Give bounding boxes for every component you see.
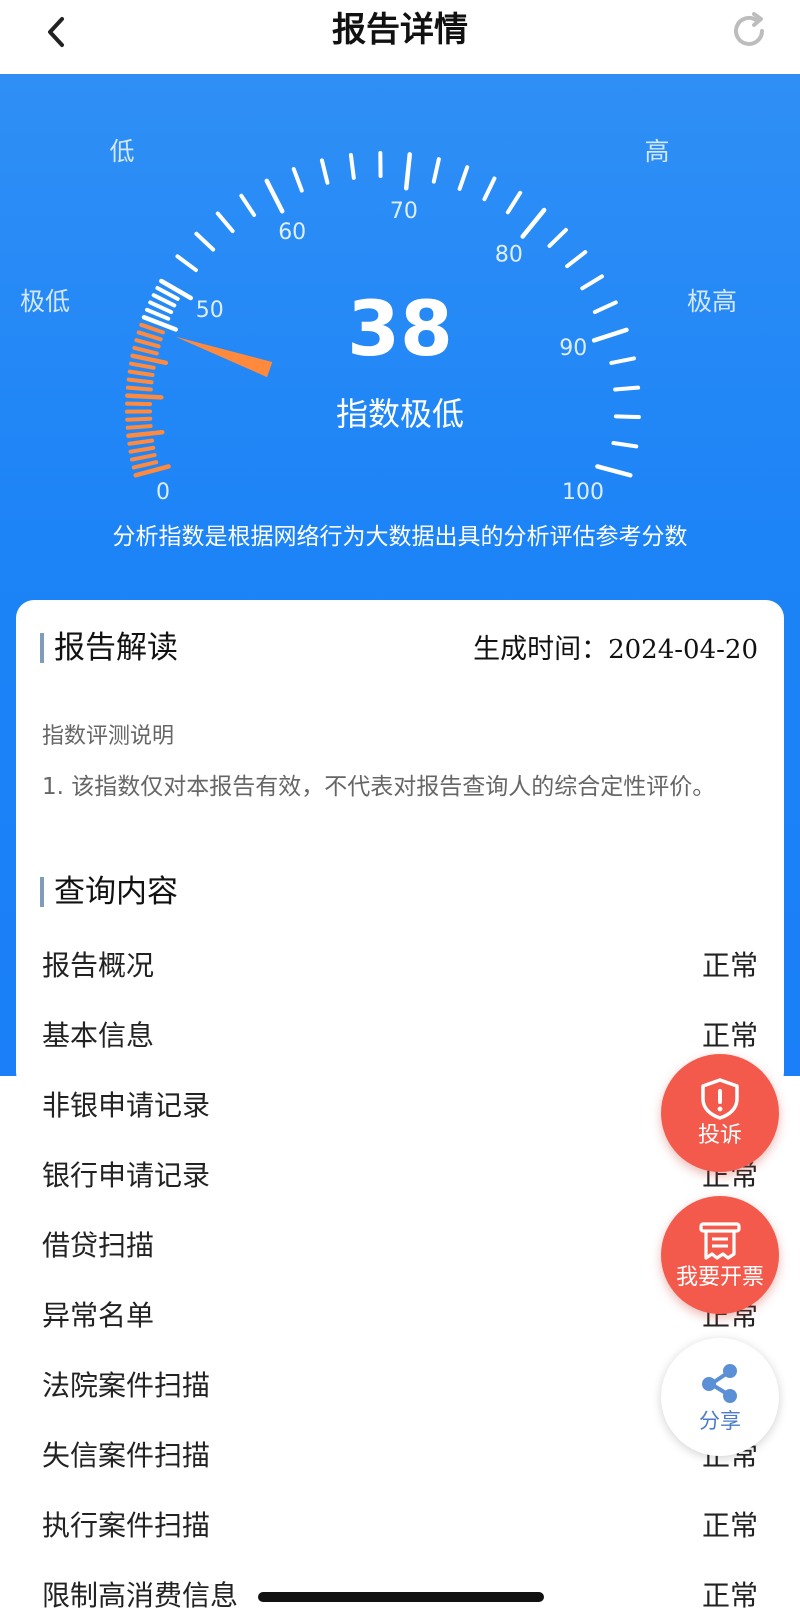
item-name: 限制高消费信息: [42, 1579, 239, 1612]
share-button[interactable]: 分享: [661, 1338, 779, 1456]
query-section-title: 查询内容: [54, 874, 178, 910]
gauge-tick: [457, 165, 470, 191]
gauge-tick-label: 100: [562, 480, 604, 505]
receipt-icon: [699, 1222, 741, 1260]
gauge-tick: [547, 227, 568, 248]
complaint-label: 投诉: [697, 1123, 742, 1148]
item-name: 非银申请记录: [42, 1089, 211, 1122]
item-name: 报告概况: [42, 949, 155, 982]
item-name: 异常名单: [42, 1299, 155, 1332]
share-icon: [702, 1364, 737, 1403]
complaint-button[interactable]: 投诉: [661, 1054, 779, 1172]
score-value: 38: [347, 284, 453, 373]
shield-alert-icon: [701, 1078, 739, 1120]
generation-date: 2024-04-20: [608, 635, 758, 665]
gauge-tick: [131, 460, 159, 470]
description-title: 指数评测说明: [42, 724, 175, 749]
gauge-tick: [126, 377, 154, 385]
share-label: 分享: [699, 1409, 741, 1433]
item-name: 银行申请记录: [42, 1159, 211, 1192]
score-status: 指数极低: [335, 395, 464, 433]
list-item[interactable]: 报告概况 正常: [0, 932, 800, 1002]
invoice-label: 我要开票: [675, 1265, 764, 1290]
home-indicator[interactable]: [258, 1592, 544, 1602]
item-name: 执行案件扫描: [42, 1509, 211, 1542]
gauge-tick: [611, 441, 639, 449]
gauge-tick: [505, 190, 523, 215]
item-status: 正常: [701, 949, 758, 982]
gauge-tick: [291, 167, 304, 193]
gauge-tick: [130, 453, 157, 462]
item-status: 正常: [701, 1579, 758, 1612]
item-name: 失信案件扫描: [42, 1439, 211, 1472]
gauge-tick-label: 80: [495, 243, 523, 268]
gauge-tick: [431, 157, 441, 184]
gauge-tick: [613, 385, 641, 392]
description-text: 1. 该指数仅对本报告有效，不代表对报告查询人的综合定性评价。: [42, 774, 716, 800]
refresh-icon: [734, 12, 764, 46]
gauge-tick: [215, 211, 235, 234]
gauge-tick: [520, 207, 547, 239]
gauge-tick: [482, 176, 497, 202]
nav-bar: 报告详情: [0, 0, 800, 74]
list-item[interactable]: 限制高消费信息 正常: [0, 1562, 800, 1618]
gauge-tick: [239, 193, 257, 217]
item-name: 借贷扫描: [42, 1229, 155, 1262]
gauge-tick: [595, 464, 633, 478]
query-section-header: 查询内容: [40, 872, 178, 912]
gauge-tick-label: 0: [156, 480, 170, 505]
report-section-header: 报告解读: [40, 628, 178, 668]
gauge-zone-label: 高: [644, 137, 669, 166]
invoice-button[interactable]: 我要开票: [661, 1196, 779, 1314]
score-note: 分析指数是根据网络行为大数据出具的分析评估参考分数: [112, 524, 688, 550]
page-title: 报告详情: [332, 10, 468, 50]
refresh-button[interactable]: [724, 6, 774, 56]
gauge-tick: [264, 178, 285, 214]
gauge-tick: [565, 250, 588, 269]
gauge-tick-label: 70: [390, 199, 418, 224]
gauge-tick: [403, 152, 413, 191]
item-status: 正常: [701, 1019, 758, 1052]
item-status: 正常: [701, 1509, 758, 1542]
gauge-tick: [348, 153, 356, 180]
section-accent-bar: [40, 633, 44, 663]
report-section-title: 报告解读: [54, 630, 178, 666]
section-accent-bar: [40, 877, 44, 907]
generation-time: 生成时间：2024-04-20: [473, 632, 758, 668]
list-item[interactable]: 执行案件扫描 正常: [0, 1492, 800, 1562]
gauge-tick: [128, 445, 156, 454]
item-name: 法院案件扫描: [42, 1369, 211, 1402]
list-item[interactable]: 基本信息 正常: [0, 1002, 800, 1072]
gauge-tick-label: 60: [278, 220, 306, 245]
item-name: 基本信息: [42, 1019, 155, 1052]
gauge-tick: [194, 231, 216, 252]
generation-time-label: 生成时间：: [473, 634, 609, 665]
gauge-tick: [125, 385, 153, 392]
gauge-zone-label: 低: [109, 137, 134, 166]
gauge-tick: [127, 438, 155, 446]
gauge-tick: [319, 158, 330, 185]
gauge-tick: [175, 254, 198, 273]
